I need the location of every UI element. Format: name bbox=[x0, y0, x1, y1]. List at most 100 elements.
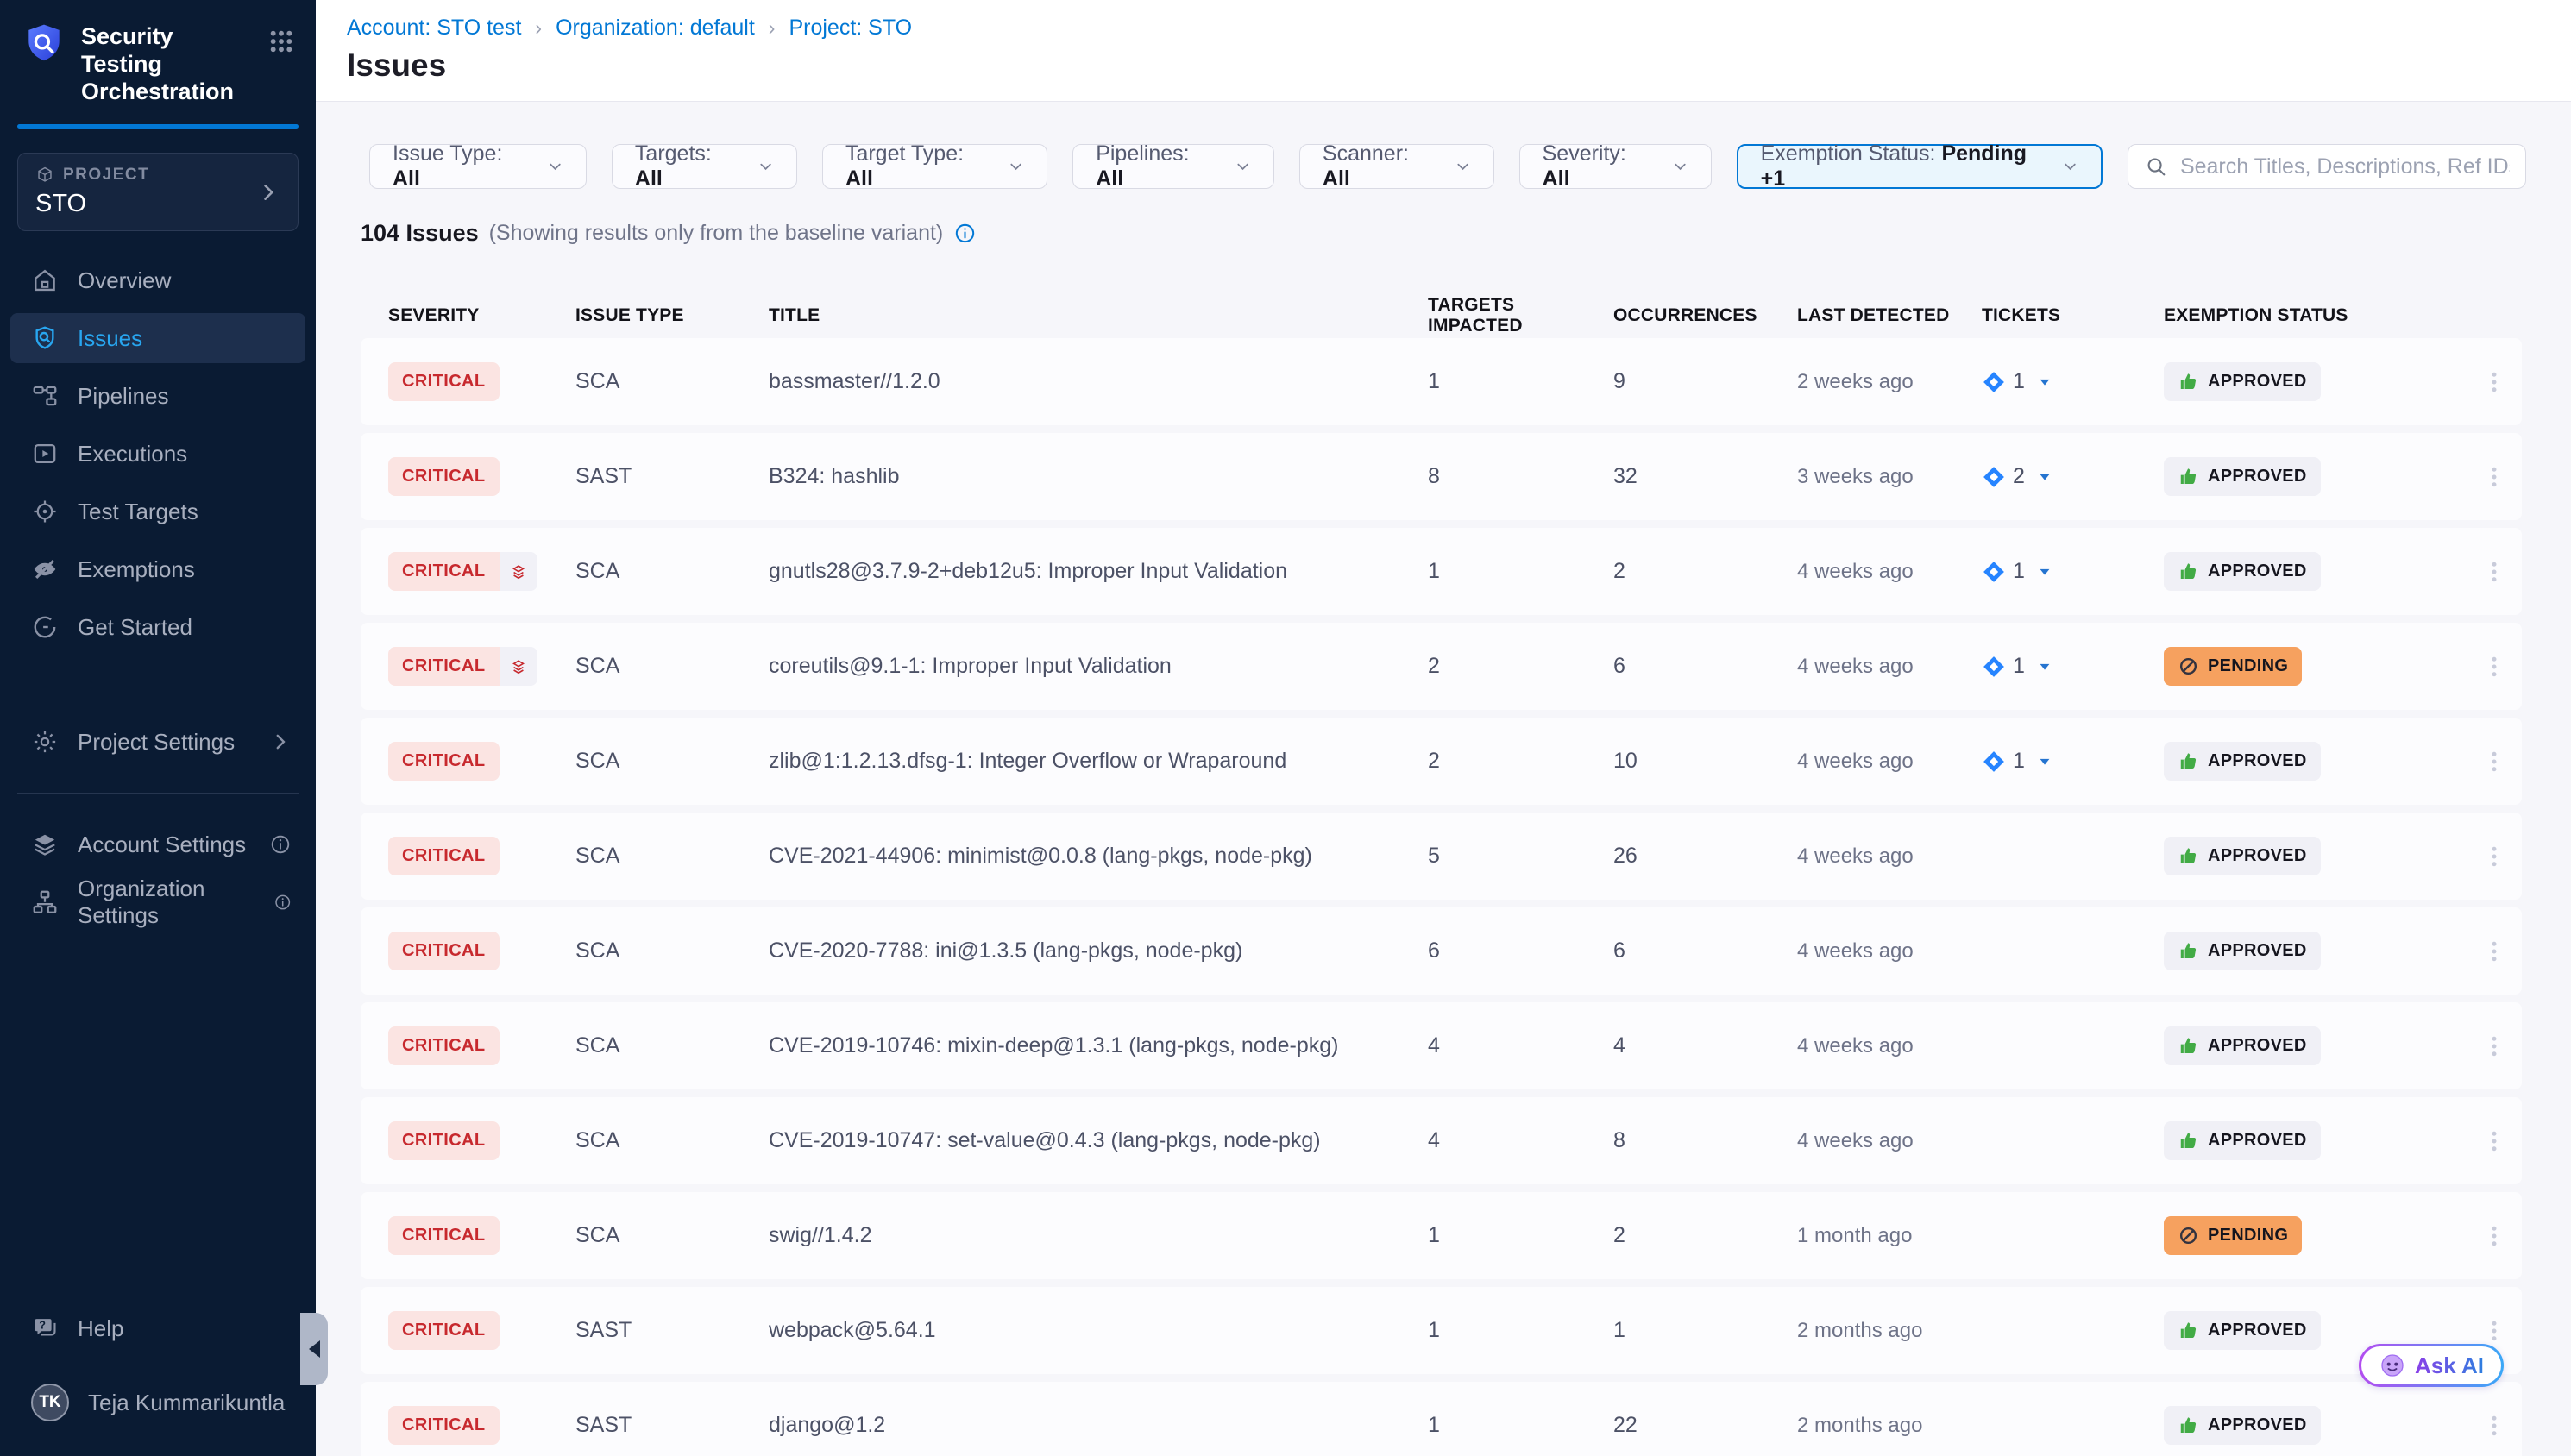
sidebar-item-pipelines[interactable]: Pipelines bbox=[10, 371, 305, 421]
sidebar-item-issues[interactable]: Issues bbox=[10, 313, 305, 363]
filter-severity[interactable]: Severity: All bbox=[1519, 144, 1712, 189]
exemption-status-label: APPROVED bbox=[2208, 372, 2307, 392]
breadcrumb-link[interactable]: Organization: default bbox=[556, 16, 755, 41]
table-row[interactable]: CRITICAL SCA CVE-2019-10746: mixin-deep@… bbox=[361, 1002, 2522, 1089]
slash-circle-icon bbox=[2178, 656, 2199, 677]
ask-ai-button[interactable]: Ask AI bbox=[2359, 1344, 2504, 1387]
issue-type: SCA bbox=[575, 938, 769, 963]
row-menu-icon[interactable] bbox=[2481, 461, 2507, 493]
row-menu-icon[interactable] bbox=[2481, 1221, 2507, 1252]
severity-badge: CRITICAL bbox=[388, 742, 500, 781]
filter-exemption-status[interactable]: Exemption Status: Pending +1 bbox=[1737, 144, 2103, 189]
issue-title: django@1.2 bbox=[769, 1413, 1428, 1438]
cube-icon bbox=[35, 166, 54, 185]
last-detected: 4 weeks ago bbox=[1797, 1034, 1982, 1058]
row-menu-icon[interactable] bbox=[2481, 841, 2507, 872]
chevron-down-icon bbox=[1455, 158, 1471, 175]
exemption-status-label: APPROVED bbox=[2208, 1036, 2307, 1056]
chevron-down-icon bbox=[1672, 158, 1688, 175]
severity-badge: CRITICAL bbox=[388, 932, 500, 970]
row-menu-icon[interactable] bbox=[2481, 1410, 2507, 1441]
sidebar-item-organization-settings[interactable]: Organization Settings bbox=[10, 877, 305, 927]
sidebar-item-overview[interactable]: Overview bbox=[10, 255, 305, 305]
module-accent-line bbox=[17, 124, 299, 129]
row-menu-icon[interactable] bbox=[2481, 936, 2507, 967]
row-menu-icon[interactable] bbox=[2481, 367, 2507, 398]
search-box[interactable] bbox=[2128, 144, 2526, 189]
ask-ai-label: Ask AI bbox=[2415, 1352, 2484, 1379]
project-selector[interactable]: PROJECT STO bbox=[17, 153, 299, 231]
help-chat-icon: ? bbox=[31, 1315, 59, 1342]
targets-impacted: 2 bbox=[1428, 654, 1613, 679]
thumb-up-icon bbox=[2178, 750, 2199, 772]
issues-content: Issue Type: All Targets: All Target Type… bbox=[316, 103, 2571, 1456]
table-row[interactable]: CRITICAL SAST webpack@5.64.1 1 1 2 month… bbox=[361, 1287, 2522, 1374]
table-row[interactable]: CRITICAL SCA CVE-2020-7788: ini@1.3.5 (l… bbox=[361, 907, 2522, 995]
filter-chip-label: Exemption Status: Pending +1 bbox=[1761, 141, 2045, 191]
exemption-status-badge: APPROVED bbox=[2164, 457, 2321, 496]
help-label: Help bbox=[78, 1315, 123, 1342]
targets-impacted: 1 bbox=[1428, 369, 1613, 394]
sidebar-settings-nav: Project Settings Account Settings Organi… bbox=[0, 717, 316, 935]
exemption-status-label: APPROVED bbox=[2208, 846, 2307, 866]
sidebar-item-help[interactable]: ? Help bbox=[10, 1303, 305, 1353]
module-grid-icon[interactable] bbox=[267, 28, 295, 55]
caret-down-icon[interactable] bbox=[2037, 374, 2052, 390]
layers-icon bbox=[31, 831, 59, 858]
caret-down-icon[interactable] bbox=[2037, 469, 2052, 485]
row-menu-icon[interactable] bbox=[2481, 1315, 2507, 1346]
exemption-status-badge: APPROVED bbox=[2164, 837, 2321, 875]
row-menu-icon[interactable] bbox=[2481, 651, 2507, 682]
occurrences: 2 bbox=[1613, 559, 1797, 584]
row-menu-icon[interactable] bbox=[2481, 556, 2507, 587]
sidebar-item-get-started[interactable]: Get Started bbox=[10, 602, 305, 652]
table-row[interactable]: CRITICAL SCA CVE-2019-10747: set-value@0… bbox=[361, 1097, 2522, 1184]
get-started-icon bbox=[31, 613, 59, 641]
exemption-status-badge: APPROVED bbox=[2164, 1026, 2321, 1065]
severity-badge: CRITICAL bbox=[388, 837, 500, 875]
sidebar-item-executions[interactable]: Executions bbox=[10, 429, 305, 479]
info-icon[interactable] bbox=[273, 891, 292, 913]
row-menu-icon[interactable] bbox=[2481, 746, 2507, 777]
caret-down-icon[interactable] bbox=[2037, 659, 2052, 675]
table-row[interactable]: CRITICAL SCA zlib@1:1.2.13.dfsg-1: Integ… bbox=[361, 718, 2522, 805]
filter-target-type[interactable]: Target Type: All bbox=[822, 144, 1047, 189]
caret-down-icon[interactable] bbox=[2037, 754, 2052, 769]
table-row[interactable]: CRITICAL SCA swig//1.4.2 1 2 1 month ago… bbox=[361, 1192, 2522, 1279]
issue-type: SAST bbox=[575, 1413, 769, 1438]
table-row[interactable]: CRITICAL SCA bassmaster//1.2.0 1 9 2 wee… bbox=[361, 338, 2522, 425]
user-menu[interactable]: TK Teja Kummarikuntla bbox=[10, 1378, 305, 1428]
chevron-down-icon bbox=[2062, 158, 2078, 175]
sidebar-item-test-targets[interactable]: Test Targets bbox=[10, 486, 305, 537]
sidebar-item-exemptions[interactable]: Exemptions bbox=[10, 544, 305, 594]
table-row[interactable]: CRITICAL SCA coreutils@9.1-1: Improper I… bbox=[361, 623, 2522, 710]
breadcrumb-link[interactable]: Account: STO test bbox=[347, 16, 521, 41]
table-row[interactable]: CRITICAL SCA CVE-2021-44906: minimist@0.… bbox=[361, 813, 2522, 900]
exemption-status-label: APPROVED bbox=[2208, 1415, 2307, 1435]
jira-icon bbox=[1982, 560, 2006, 584]
table-row[interactable]: CRITICAL SAST B324: hashlib 8 32 3 weeks… bbox=[361, 433, 2522, 520]
info-icon[interactable] bbox=[269, 833, 292, 856]
info-icon[interactable] bbox=[953, 222, 977, 245]
breadcrumb-link[interactable]: Project: STO bbox=[789, 16, 912, 41]
sidebar-item-label: Issues bbox=[78, 325, 142, 352]
search-input[interactable] bbox=[2180, 154, 2510, 179]
jira-icon bbox=[1982, 465, 2006, 489]
sidebar-item-project-settings[interactable]: Project Settings bbox=[10, 717, 305, 767]
filter-pipelines[interactable]: Pipelines: All bbox=[1072, 144, 1274, 189]
issue-title: CVE-2019-10747: set-value@0.4.3 (lang-pk… bbox=[769, 1128, 1428, 1153]
table-row[interactable]: CRITICAL SAST django@1.2 1 22 2 months a… bbox=[361, 1382, 2522, 1456]
sidebar-collapse-handle[interactable] bbox=[300, 1313, 328, 1385]
exemption-status-badge: APPROVED bbox=[2164, 742, 2321, 781]
filter-issue-type[interactable]: Issue Type: All bbox=[369, 144, 587, 189]
sidebar-item-account-settings[interactable]: Account Settings bbox=[10, 819, 305, 869]
issues-table: CRITICAL SCA bassmaster//1.2.0 1 9 2 wee… bbox=[361, 338, 2526, 1456]
search-icon bbox=[2144, 154, 2168, 179]
filter-targets[interactable]: Targets: All bbox=[612, 144, 797, 189]
table-row[interactable]: CRITICAL SCA gnutls28@3.7.9-2+deb12u5: I… bbox=[361, 528, 2522, 615]
filter-scanner[interactable]: Scanner: All bbox=[1299, 144, 1494, 189]
row-menu-icon[interactable] bbox=[2481, 1031, 2507, 1062]
row-menu-icon[interactable] bbox=[2481, 1126, 2507, 1157]
filter-chip-label: Pipelines: All bbox=[1096, 141, 1217, 191]
caret-down-icon[interactable] bbox=[2037, 564, 2052, 580]
